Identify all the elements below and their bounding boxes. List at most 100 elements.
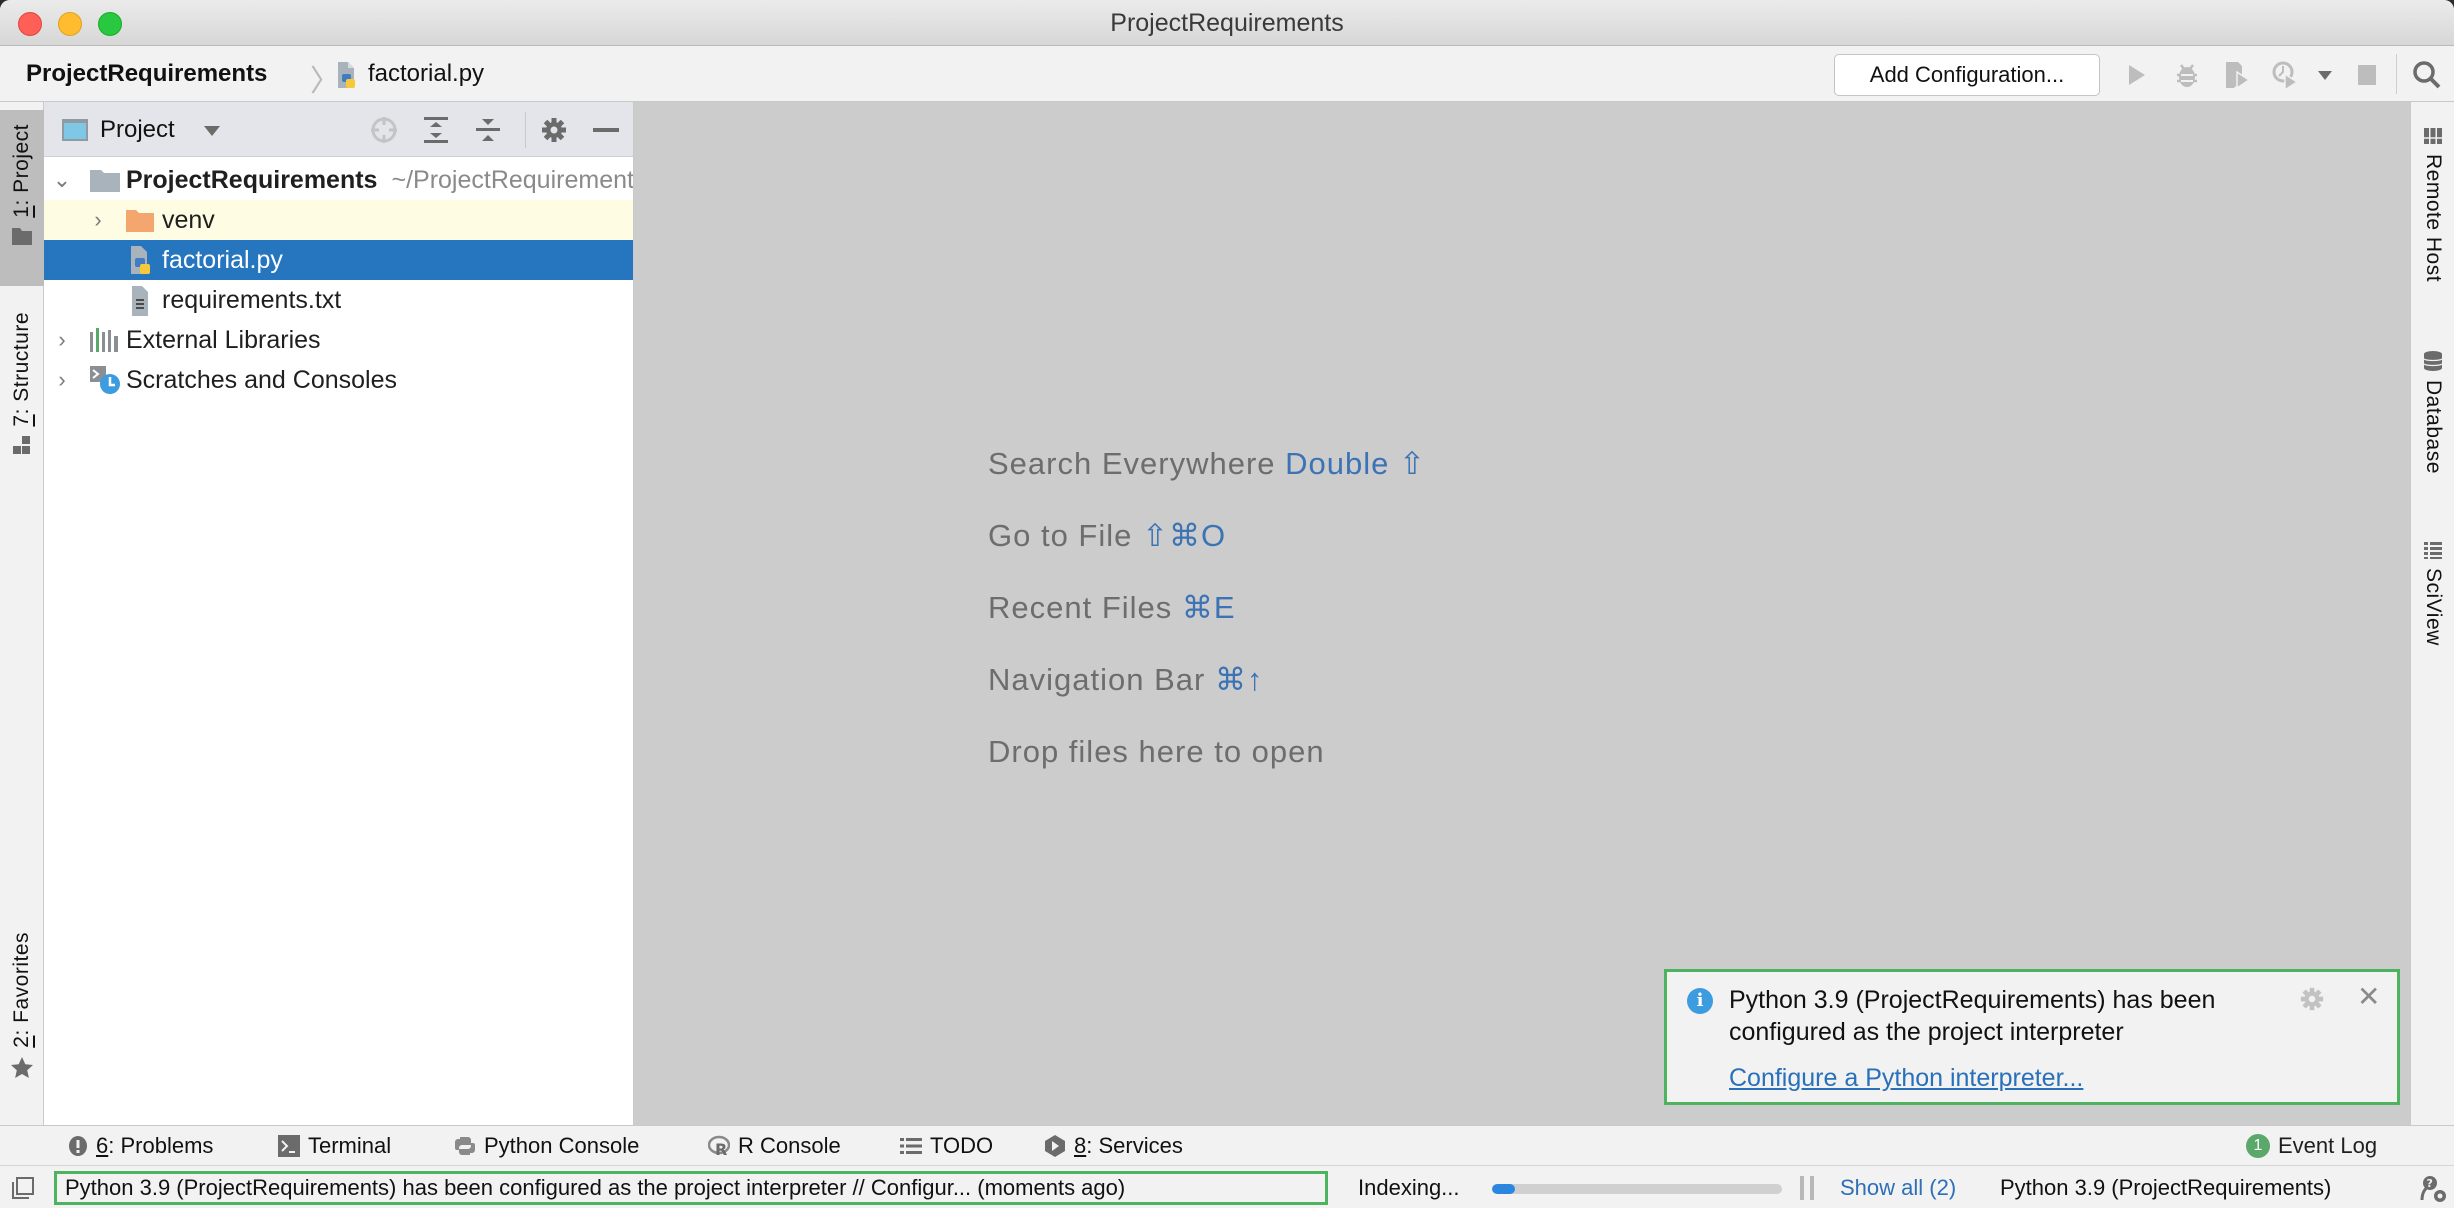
libraries-icon	[90, 328, 118, 352]
tool-button-problems[interactable]: 6: Problems	[68, 1126, 213, 1166]
tool-button-todo[interactable]: TODO	[900, 1126, 993, 1166]
tool-tab-label: SciView	[2422, 568, 2445, 646]
expand-all-icon[interactable]	[420, 114, 452, 146]
gear-icon[interactable]	[2299, 986, 2325, 1017]
collapse-all-icon[interactable]	[472, 114, 504, 146]
toolbar-separator	[2396, 54, 2397, 94]
tree-row-project-root[interactable]: ⌄ ProjectRequirements ~/ProjectRequiremen…	[44, 160, 633, 200]
notification-message: Python 3.9 (ProjectRequirements) has bee…	[1729, 986, 2216, 1046]
tree-row-requirements-txt[interactable]: requirements.txt	[44, 280, 633, 320]
event-log-label: Event Log	[2278, 1133, 2378, 1158]
tool-tab-label: Remote Host	[2422, 154, 2445, 283]
scratches-icon	[90, 366, 120, 394]
text-file-icon	[132, 286, 148, 316]
stop-icon[interactable]	[2352, 60, 2382, 90]
tool-tab-project-label: 1: Project	[10, 124, 33, 218]
chevron-right-icon[interactable]: ›	[88, 200, 108, 240]
tool-tab-project[interactable]: 1: Project	[0, 110, 44, 286]
tool-button-python-console[interactable]: Python Console	[454, 1126, 639, 1166]
navigation-bar: ProjectRequirements 〉 factorial.py Add C…	[0, 46, 2454, 102]
left-tool-strip: 1: Project 7: Structure 2: Favorites	[0, 102, 44, 1125]
database-icon	[2423, 351, 2443, 371]
tool-tab-structure-label: 7: Structure	[10, 312, 33, 427]
tool-button-r-console[interactable]: R R Console	[708, 1126, 841, 1166]
status-bar: Python 3.9 (ProjectRequirements) has bee…	[0, 1165, 2454, 1208]
window-title: ProjectRequirements	[1110, 9, 1344, 37]
svg-text:?: ?	[2427, 1177, 2433, 1190]
tool-button-services[interactable]: 8: Services	[1044, 1126, 1183, 1166]
folder-icon	[12, 227, 32, 245]
tree-row-label: ProjectRequirements ~/ProjectRequirements	[126, 166, 633, 194]
tree-row-external-libraries[interactable]: › External Libraries	[44, 320, 633, 360]
coverage-icon[interactable]	[2222, 60, 2252, 90]
project-tree: ⌄ ProjectRequirements ~/ProjectRequiremen…	[44, 160, 633, 400]
close-icon[interactable]: ✕	[2357, 980, 2380, 1013]
tree-row-venv[interactable]: › venv	[44, 200, 633, 240]
python-icon	[454, 1135, 476, 1157]
list-icon	[900, 1136, 922, 1156]
tool-tab-sciview[interactable]: SciView	[2411, 540, 2454, 646]
breadcrumb-project[interactable]: ProjectRequirements	[26, 60, 267, 88]
configure-interpreter-link[interactable]: Configure a Python interpreter...	[1729, 1064, 2083, 1093]
configuration-dropdown-icon[interactable]	[2310, 60, 2340, 90]
chevron-right-icon[interactable]: ›	[52, 320, 72, 360]
toggle-tool-windows-icon[interactable]	[12, 1177, 34, 1199]
problems-icon	[68, 1135, 88, 1157]
tree-row-scratches[interactable]: › Scratches and Consoles	[44, 360, 633, 400]
hint-search-everywhere: Search Everywhere Double ⇧	[988, 446, 1426, 481]
tool-tab-database[interactable]: Database	[2411, 350, 2454, 474]
folder-icon	[90, 170, 120, 192]
indexing-progress-bar	[1492, 1184, 1782, 1194]
header-separator	[525, 112, 526, 148]
hint-go-to-file: Go to File ⇧⌘O	[988, 518, 1227, 553]
locate-icon[interactable]	[368, 114, 400, 146]
structure-icon	[13, 435, 30, 454]
run-icon[interactable]	[2122, 60, 2152, 90]
tool-tab-remote-host[interactable]: Remote Host	[2411, 126, 2454, 282]
tree-row-factorial-py[interactable]: factorial.py	[44, 240, 633, 280]
terminal-icon	[278, 1135, 300, 1157]
search-icon[interactable]	[2412, 60, 2442, 90]
project-view-selector[interactable]: Project	[100, 116, 175, 144]
bottom-tool-bar: 6: Problems Terminal Python Console R R …	[0, 1125, 2454, 1165]
server-icon	[2424, 128, 2442, 144]
chevron-right-icon[interactable]: ›	[52, 360, 72, 400]
event-count-badge: 1	[2246, 1134, 2270, 1158]
services-icon	[1044, 1134, 1066, 1158]
ide-window: ProjectRequirements ProjectRequirements …	[0, 0, 2454, 1208]
debug-icon[interactable]	[2172, 60, 2202, 90]
tool-tab-favorites-label: 2: Favorites	[10, 932, 33, 1048]
tool-tab-label: Database	[2422, 380, 2445, 474]
gear-icon[interactable]	[538, 114, 570, 146]
star-icon	[11, 1056, 33, 1078]
hint-drop-files: Drop files here to open	[988, 734, 1325, 769]
project-panel-header: Project	[44, 102, 633, 157]
tree-row-label: requirements.txt	[162, 286, 342, 314]
indexing-progress-fill	[1492, 1184, 1516, 1194]
python-file-icon	[338, 62, 355, 88]
profile-icon[interactable]	[2270, 60, 2300, 90]
right-tool-strip: Remote Host Database SciView	[2410, 102, 2454, 1125]
chevron-down-icon[interactable]: ⌄	[52, 160, 72, 200]
add-configuration-button[interactable]: Add Configuration...	[1834, 54, 2100, 96]
r-icon: R	[708, 1135, 730, 1157]
tree-row-label: factorial.py	[162, 246, 283, 274]
breadcrumb-file[interactable]: factorial.py	[368, 60, 484, 88]
pause-indexing-icon[interactable]	[1800, 1176, 1814, 1200]
excluded-folder-icon	[126, 210, 154, 232]
interpreter-selector[interactable]: Python 3.9 (ProjectRequirements)	[2000, 1175, 2331, 1201]
tree-row-label: Scratches and Consoles	[126, 366, 397, 394]
inspection-settings-icon[interactable]: ?	[2418, 1174, 2448, 1208]
title-bar: ProjectRequirements	[0, 0, 2454, 46]
info-icon: i	[1687, 988, 1713, 1014]
event-log-button[interactable]: 1 Event Log	[2246, 1126, 2377, 1166]
tool-tab-favorites[interactable]: 2: Favorites	[0, 922, 44, 1112]
status-message[interactable]: Python 3.9 (ProjectRequirements) has bee…	[54, 1171, 1328, 1205]
hide-panel-icon[interactable]	[590, 114, 622, 146]
show-all-processes-link[interactable]: Show all (2)	[1840, 1175, 1956, 1201]
chevron-down-icon[interactable]	[204, 126, 220, 136]
tool-button-terminal[interactable]: Terminal	[278, 1126, 391, 1166]
tool-tab-structure[interactable]: 7: Structure	[0, 302, 44, 482]
hint-recent-files: Recent Files ⌘E	[988, 590, 1236, 625]
project-tool-window: Project ⌄ ProjectRequirements ~/ProjectR…	[44, 102, 634, 1125]
